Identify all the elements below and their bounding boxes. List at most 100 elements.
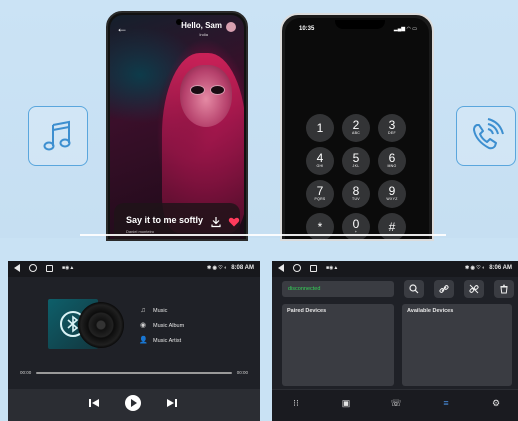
contacts-icon[interactable]: ▣ <box>340 397 352 409</box>
greeting-subtitle: India <box>199 32 208 37</box>
dialpad-key[interactable]: 7 PQRS <box>306 180 334 208</box>
music-title-row: ♫ Music <box>139 307 167 315</box>
person-icon: 👤 <box>139 337 148 344</box>
dialpad-key-letters: JKL <box>352 164 360 168</box>
recents-nav-icon[interactable] <box>310 264 317 272</box>
dialpad-key-letters: PQRS <box>314 197 326 201</box>
dialpad-key[interactable]: 0 + <box>342 213 370 239</box>
dialer-phone: 10:35 ▂▄▆ ◠ ▭ 1 2 ABC 3 DEF 4 GHI 5 JKL 6 MNO 7 PQRS… <box>280 13 434 241</box>
signal-battery-icon: ▂▄▆ ◠ ▭ <box>393 26 417 32</box>
dialpad-key-letters: GHI <box>316 164 324 168</box>
status-time: 8:06 AM <box>489 265 512 271</box>
dialpad-key-digit: 1 <box>316 121 324 135</box>
progress-bar[interactable] <box>36 372 232 374</box>
bluetooth-settings-icon[interactable]: ≡ <box>440 397 452 409</box>
dialpad-key[interactable]: 5 JKL <box>342 147 370 175</box>
music-note-icon <box>43 120 71 151</box>
dialpad-key-digit: 0 <box>352 217 360 231</box>
dialpad-key[interactable]: 9 WXYZ <box>378 180 406 208</box>
hero-baseline <box>80 234 446 236</box>
download-icon[interactable] <box>210 216 222 228</box>
artist-photo-sunglasses <box>190 85 226 95</box>
back-arrow-icon[interactable]: ← <box>116 21 128 35</box>
hero-area: ← Hello, Sam India Say it to me softly D… <box>0 0 518 241</box>
available-devices-label: Available Devices <box>407 308 454 314</box>
home-nav-icon[interactable] <box>29 264 37 272</box>
heart-icon[interactable] <box>228 216 240 228</box>
search-icon <box>409 284 419 294</box>
dialpad-key[interactable]: 2 ABC <box>342 114 370 142</box>
dialpad-key-digit: * <box>317 220 323 234</box>
dialpad-key-letters: DEF <box>388 131 396 135</box>
delete-button[interactable] <box>494 280 514 298</box>
dialpad-key[interactable]: * <box>306 213 334 239</box>
car-music-screen: ■◉▲ ✱ ◉ ♡ ◐ 8:08 AM ♫ Music ◉ Music Albu… <box>8 261 260 421</box>
dialpad-key-digit: 5 <box>352 151 360 165</box>
phone-notch <box>335 20 385 29</box>
dialpad-key-letters: ABC <box>351 131 361 135</box>
music-album-row: ◉ Music Album <box>139 322 184 330</box>
status-bar: ■◉▲ ✱ ◉ ♡ ◐ 8:06 AM <box>272 261 518 277</box>
recents-nav-icon[interactable] <box>46 264 53 272</box>
dialpad-key-letters: WXYZ <box>386 197 398 201</box>
music-phone-header: ← Hello, Sam India <box>116 21 238 41</box>
link-button[interactable] <box>434 280 454 298</box>
home-nav-icon[interactable] <box>293 264 301 272</box>
music-phone-screen: ← Hello, Sam India Say it to me softly D… <box>110 15 244 239</box>
call-log-icon[interactable]: ☏ <box>390 397 402 409</box>
dialpad-key-digit: 3 <box>388 118 396 132</box>
dialpad-key-letters: MNO <box>387 164 397 168</box>
avatar[interactable] <box>226 22 236 32</box>
available-devices-list[interactable]: Available Devices <box>402 304 512 386</box>
dialer-phone-screen: 10:35 ▂▄▆ ◠ ▭ 1 2 ABC 3 DEF 4 GHI 5 JKL 6 MNO 7 PQRS… <box>285 18 429 239</box>
music-artist: Music Artist <box>153 338 182 344</box>
dialpad-key-digit: 2 <box>352 118 360 132</box>
play-icon[interactable] <box>124 394 142 412</box>
dialpad-key[interactable]: 6 MNO <box>378 147 406 175</box>
back-nav-icon[interactable] <box>278 264 284 272</box>
dialpad-key[interactable]: 8 TUV <box>342 180 370 208</box>
dialpad-key[interactable]: 1 <box>306 114 334 142</box>
status-bar: ■◉▲ ✱ ◉ ♡ ◐ 8:08 AM <box>8 261 260 277</box>
time-total: 00:00 <box>236 370 248 375</box>
dialpad-key-digit: 8 <box>352 184 360 198</box>
dialpad-key-digit: 7 <box>316 184 324 198</box>
connection-status-field: disconnected <box>282 281 394 297</box>
connection-status: disconnected <box>288 286 321 292</box>
status-icons: ✱ ◉ ♡ ◐ <box>464 265 486 271</box>
playback-controls <box>8 389 260 421</box>
previous-track-icon[interactable] <box>88 397 100 409</box>
album-disc-icon: ◉ <box>139 322 147 329</box>
music-phone: ← Hello, Sam India Say it to me softly D… <box>106 11 248 241</box>
phone-ringing-icon <box>473 118 504 150</box>
dialpad-key-digit: # <box>388 220 396 234</box>
greeting-text: Hello, Sam <box>181 21 222 30</box>
notification-icons: ■◉▲ <box>326 265 339 271</box>
dialpad-key-digit: 4 <box>316 151 324 165</box>
music-title: Music <box>153 308 168 314</box>
song-title: Say it to me softly <box>126 215 204 225</box>
dialpad-key[interactable]: 3 DEF <box>378 114 406 142</box>
music-album: Music Album <box>153 323 185 329</box>
settings-gear-icon[interactable]: ⚙ <box>490 397 502 409</box>
back-nav-icon[interactable] <box>14 264 20 272</box>
dialpad-key-digit: 6 <box>388 151 396 165</box>
notification-icons: ■◉▲ <box>62 265 75 271</box>
link-icon <box>439 285 449 293</box>
trash-icon <box>500 284 508 294</box>
unlink-icon <box>469 284 479 294</box>
search-button[interactable] <box>404 280 424 298</box>
dialpad-key[interactable]: # <box>378 213 406 239</box>
artist-photo-face <box>180 65 232 127</box>
status-time: 8:08 AM <box>231 265 254 271</box>
dialpad-icon[interactable]: ⁝⁝ <box>290 397 302 409</box>
paired-devices-label: Paired Devices <box>287 308 327 314</box>
music-artist-row: 👤 Music Artist <box>139 337 181 345</box>
dialpad-key[interactable]: 4 GHI <box>306 147 334 175</box>
unlink-button[interactable] <box>464 280 484 298</box>
vinyl-record <box>78 302 124 348</box>
status-icons: ✱ ◉ ♡ ◐ <box>206 265 228 271</box>
dialer-status-time: 10:35 <box>299 26 315 32</box>
paired-devices-list[interactable]: Paired Devices <box>282 304 394 386</box>
next-track-icon[interactable] <box>166 397 178 409</box>
